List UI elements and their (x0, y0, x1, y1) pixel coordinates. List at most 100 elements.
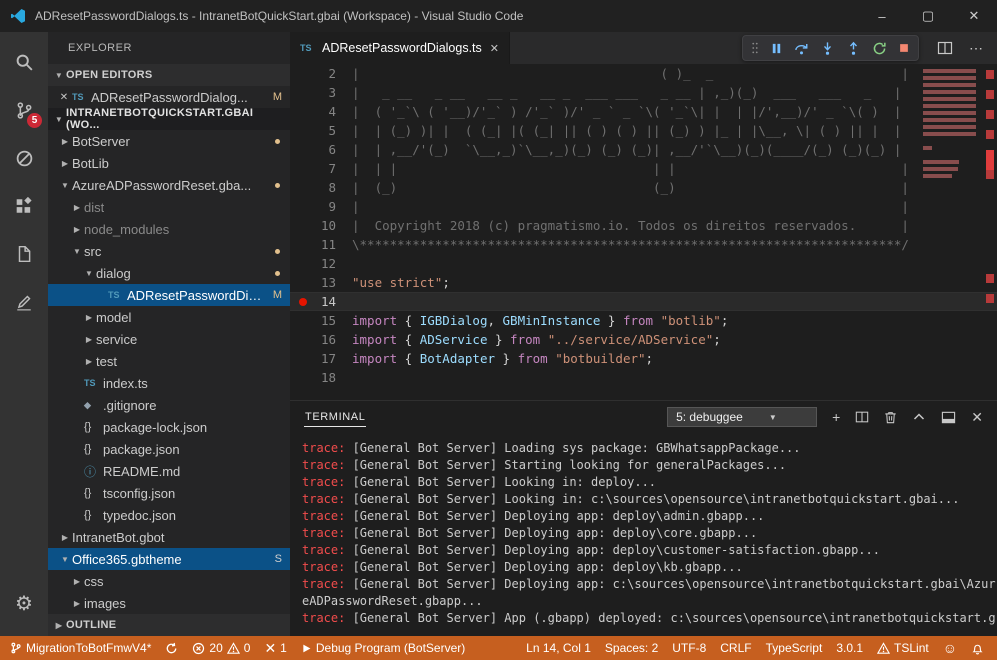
kill-terminal-button[interactable] (884, 410, 897, 424)
tree-item-adresetpassworddial[interactable]: TSADResetPasswordDial...M (48, 284, 290, 306)
line-number[interactable]: 6 (290, 140, 336, 159)
tree-item-package-lock-json[interactable]: {}package-lock.json (48, 416, 290, 438)
tree-item-src[interactable]: ▼src (48, 240, 290, 262)
line-number[interactable]: 18 (290, 368, 336, 387)
open-editor-item[interactable]: ✕TSADResetPasswordDialog...M (48, 86, 290, 108)
new-terminal-button[interactable]: + (832, 410, 840, 424)
tab-terminal[interactable]: TERMINAL (304, 408, 366, 427)
status-notifications[interactable] (964, 636, 991, 660)
breakpoint-icon[interactable] (299, 298, 307, 306)
activity-debug-button[interactable] (0, 134, 48, 182)
tree-item-gitignore[interactable]: ◆.gitignore (48, 394, 290, 416)
activity-edit-button[interactable] (0, 278, 48, 326)
close-button[interactable]: ✕ (951, 0, 997, 32)
status-feedback[interactable]: ☺ (936, 636, 964, 660)
split-terminal-button[interactable] (855, 410, 869, 424)
tab-close-icon[interactable]: ✕ (490, 42, 499, 55)
tree-item-node-modules[interactable]: ▶node_modules (48, 218, 290, 240)
activity-search-button[interactable] (0, 38, 48, 86)
status-cursor-position[interactable]: Ln 14, Col 1 (516, 636, 598, 660)
code-text (336, 292, 352, 311)
tree-item-css[interactable]: ▶css (48, 570, 290, 592)
minimize-button[interactable]: – (859, 0, 905, 32)
status-language-mode[interactable]: TypeScript (759, 636, 830, 660)
activity-source-control-button[interactable]: 5 (0, 86, 48, 134)
more-button[interactable]: ⋯ (969, 41, 983, 55)
status-problems[interactable]: 200 (185, 636, 257, 660)
code-editor[interactable]: 2| ( )_ _ |3| _ __ _ __ __ _ __ _ ___ __… (290, 64, 997, 400)
line-number[interactable]: 5 (290, 121, 336, 140)
status-version[interactable]: 3.0.1 (829, 636, 870, 660)
status-indentation[interactable]: Spaces: 2 (598, 636, 665, 660)
tree-item-dist[interactable]: ▶dist (48, 196, 290, 218)
split-editor-button[interactable] (937, 40, 953, 56)
tree-item-readme-md[interactable]: ⓘREADME.md (48, 460, 290, 482)
step-over-button[interactable] (794, 41, 809, 56)
terminal-output[interactable]: trace: [General Bot Server] Loading sys … (290, 433, 997, 636)
tree-item-botserver[interactable]: ▶BotServer (48, 130, 290, 152)
pause-button[interactable] (770, 42, 783, 55)
line-number[interactable]: 16 (290, 330, 336, 349)
status-git-branch[interactable]: MigrationToBotFmwV4* (0, 636, 158, 660)
debug-toolbar-drag-handle[interactable] (751, 41, 759, 55)
status-debug-target[interactable]: Debug Program (BotServer) (294, 636, 472, 660)
tree-item-dialog[interactable]: ▼dialog (48, 262, 290, 284)
tree-item-images[interactable]: ▶images (48, 592, 290, 614)
tree-item-tsconfig-json[interactable]: {}tsconfig.json (48, 482, 290, 504)
status-label: UTF-8 (672, 641, 706, 655)
activity-settings-button[interactable]: ⚙ (0, 580, 48, 628)
tree-item-label: test (96, 354, 117, 369)
minimap[interactable] (921, 64, 983, 400)
close-panel-button[interactable]: ✕ (971, 410, 983, 424)
activity-extensions-button[interactable] (0, 182, 48, 230)
line-number[interactable]: 14 (290, 292, 336, 311)
status-eol[interactable]: CRLF (713, 636, 758, 660)
tab-adresetpassworddialogs[interactable]: TS ADResetPasswordDialogs.ts ✕ (290, 32, 510, 64)
step-out-button[interactable] (846, 41, 861, 56)
maximize-button[interactable]: ▢ (905, 0, 951, 32)
editor-group: TS ADResetPasswordDialogs.ts ✕ ⋯ 2| ( )_… (290, 32, 997, 636)
status-sync[interactable] (158, 636, 185, 660)
terminal-instance-select[interactable]: 5: debuggee ▼ (667, 407, 817, 427)
modified-region-mark (986, 110, 994, 119)
line-number[interactable]: 13 (290, 273, 336, 292)
tree-item-service[interactable]: ▶service (48, 328, 290, 350)
toggle-panel-button[interactable] (941, 410, 956, 425)
restart-button[interactable] (872, 41, 887, 56)
terminal-line: trace: [General Bot Server] Deploying ap… (302, 576, 997, 593)
line-number[interactable]: 11 (290, 235, 336, 254)
tree-item-azureadpasswordreset-gba[interactable]: ▼AzureADPasswordReset.gba... (48, 174, 290, 196)
line-number[interactable]: 12 (290, 254, 336, 273)
tree-item-botlib[interactable]: ▶BotLib (48, 152, 290, 174)
workspace-folder-header[interactable]: ▼ INTRANETBOTQUICKSTART.GBAI (WO... (48, 108, 290, 130)
close-editor-icon[interactable]: ✕ (56, 92, 72, 103)
status-label: Ln 14, Col 1 (526, 641, 591, 655)
status-encoding[interactable]: UTF-8 (665, 636, 713, 660)
chevron-down-icon: ▼ (82, 269, 96, 278)
line-number[interactable]: 15 (290, 311, 336, 330)
git-status-badge: S (275, 553, 282, 565)
stop-button[interactable] (898, 42, 910, 54)
status-failed-count[interactable]: ✕1 (257, 636, 293, 660)
activity-files-button[interactable] (0, 230, 48, 278)
line-number[interactable]: 8 (290, 178, 336, 197)
open-editors-header[interactable]: ▼ OPEN EDITORS (48, 64, 290, 86)
line-number[interactable]: 2 (290, 64, 336, 83)
tree-item-model[interactable]: ▶model (48, 306, 290, 328)
tree-item-office365-gbtheme[interactable]: ▼Office365.gbthemeS (48, 548, 290, 570)
tree-item-typedoc-json[interactable]: {}typedoc.json (48, 504, 290, 526)
line-number[interactable]: 7 (290, 159, 336, 178)
line-number[interactable]: 3 (290, 83, 336, 102)
line-number[interactable]: 9 (290, 197, 336, 216)
status-tslint[interactable]: TSLint (870, 636, 936, 660)
line-number[interactable]: 10 (290, 216, 336, 235)
tree-item-test[interactable]: ▶test (48, 350, 290, 372)
line-number[interactable]: 17 (290, 349, 336, 368)
tree-item-intranetbot-gbot[interactable]: ▶IntranetBot.gbot (48, 526, 290, 548)
line-number[interactable]: 4 (290, 102, 336, 121)
outline-header[interactable]: ▶ OUTLINE (48, 614, 290, 636)
step-into-button[interactable] (820, 41, 835, 56)
maximize-panel-button[interactable] (912, 410, 926, 424)
tree-item-index-ts[interactable]: TSindex.ts (48, 372, 290, 394)
tree-item-package-json[interactable]: {}package.json (48, 438, 290, 460)
